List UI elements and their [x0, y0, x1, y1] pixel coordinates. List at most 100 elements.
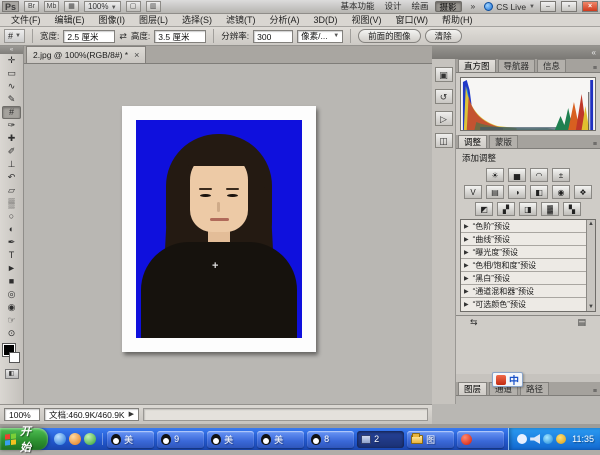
- disclosure-triangle-icon[interactable]: ▶: [464, 249, 469, 256]
- crop-tool[interactable]: #: [2, 106, 21, 119]
- expanded-view-icon[interactable]: ▤: [577, 317, 586, 328]
- panel-tab[interactable]: 路径: [520, 382, 549, 395]
- menu-item[interactable]: 选择(S): [175, 14, 219, 27]
- panel-tab[interactable]: 蒙版: [489, 135, 518, 148]
- quick-selection-tool[interactable]: ✎: [2, 93, 21, 106]
- 3d-camera-tool[interactable]: ◉: [2, 301, 21, 314]
- status-zoom-input[interactable]: 100%: [4, 408, 40, 421]
- panel-menu-icon[interactable]: ≡: [590, 141, 600, 148]
- qq-window-button[interactable]: 美: [257, 431, 304, 448]
- return-to-adjustment-list-icon[interactable]: ⇆: [470, 317, 478, 328]
- active-window-button[interactable]: 2: [357, 431, 404, 448]
- mini-bridge-icon[interactable]: ▣: [435, 67, 453, 82]
- preset-row[interactable]: ▶ “色阶”预设: [461, 220, 586, 233]
- preset-row[interactable]: ▶ “可选颜色”预设: [461, 298, 586, 311]
- menu-item[interactable]: 图像(I): [92, 14, 133, 27]
- invert-icon[interactable]: ◩: [475, 202, 493, 216]
- qq-window-button[interactable]: 9: [157, 431, 204, 448]
- document-tab[interactable]: 2.jpg @ 100%(RGB/8#) * ×: [26, 46, 146, 63]
- minimize-button[interactable]: –: [540, 1, 556, 12]
- zoom-level-dropdown[interactable]: 100% ▼: [84, 1, 121, 12]
- preset-scrollbar[interactable]: ▲ ▼: [586, 220, 595, 311]
- black-white-icon[interactable]: ◧: [530, 185, 548, 199]
- qq-window-button[interactable]: 8: [307, 431, 354, 448]
- canvas-area[interactable]: +: [24, 64, 432, 404]
- height-input[interactable]: 3.5 厘米: [154, 30, 206, 43]
- move-tool[interactable]: ✛: [2, 54, 21, 67]
- scroll-down-icon[interactable]: ▼: [588, 303, 594, 311]
- clear-button[interactable]: 清除: [425, 29, 462, 43]
- path-selection-tool[interactable]: ►: [2, 262, 21, 275]
- restore-button[interactable]: ▫: [561, 1, 577, 12]
- panel-tab[interactable]: 图层: [458, 382, 487, 395]
- selective-color-icon[interactable]: ▚: [563, 202, 581, 216]
- collapse-toolbar-icon[interactable]: «: [0, 46, 23, 54]
- swap-dimensions-icon[interactable]: ⇄: [119, 31, 127, 42]
- disclosure-triangle-icon[interactable]: ▶: [464, 301, 469, 308]
- marquee-tool[interactable]: ▭: [2, 67, 21, 80]
- qq-window-button[interactable]: 美: [107, 431, 154, 448]
- hue-saturation-icon[interactable]: ▤: [486, 185, 504, 199]
- lasso-tool[interactable]: ∿: [2, 80, 21, 93]
- ime-indicator[interactable]: 中: [492, 372, 523, 387]
- eyedropper-tool[interactable]: ✑: [2, 119, 21, 132]
- channel-mixer-icon[interactable]: ❖: [574, 185, 592, 199]
- hand-tool[interactable]: ☞: [2, 314, 21, 327]
- disclosure-triangle-icon[interactable]: ▶: [464, 275, 469, 282]
- type-tool[interactable]: T: [2, 249, 21, 262]
- exposure-icon[interactable]: ±: [552, 168, 570, 182]
- shape-tool[interactable]: ■: [2, 275, 21, 288]
- menu-item[interactable]: 文件(F): [4, 14, 48, 27]
- workspace-button[interactable]: 绘画: [408, 1, 433, 12]
- menu-item[interactable]: 帮助(H): [435, 14, 480, 27]
- cs-live-button[interactable]: CS Live ▼: [484, 2, 535, 12]
- zoom-tool[interactable]: ⊙: [2, 327, 21, 340]
- preset-row[interactable]: ▶ “曝光度”预设: [461, 246, 586, 259]
- panel-tab[interactable]: 信息: [537, 59, 566, 72]
- start-button[interactable]: 开始: [0, 428, 48, 450]
- blur-tool[interactable]: ○: [2, 210, 21, 223]
- eraser-tool[interactable]: ▱: [2, 184, 21, 197]
- 3d-rotate-tool[interactable]: ◎: [2, 288, 21, 301]
- workspace-overflow-icon[interactable]: »: [467, 1, 480, 12]
- menu-item[interactable]: 编辑(E): [48, 14, 92, 27]
- menu-item[interactable]: 图层(L): [132, 14, 175, 27]
- panel-menu-icon[interactable]: ≡: [590, 388, 600, 395]
- width-input[interactable]: 2.5 厘米: [63, 30, 115, 43]
- resolution-unit-select[interactable]: 像素/...▼: [297, 30, 343, 43]
- workspace-button[interactable]: 设计: [381, 1, 406, 12]
- color-balance-icon[interactable]: ◑: [508, 185, 526, 199]
- view-extras-icon[interactable]: ▦: [64, 1, 79, 12]
- menu-item[interactable]: 3D(D): [307, 14, 345, 27]
- curves-icon[interactable]: ◠: [530, 168, 548, 182]
- clone-stamp-tool[interactable]: ⊥: [2, 158, 21, 171]
- actions-panel-icon[interactable]: ▷: [435, 111, 453, 126]
- launch-bridge-icon[interactable]: Br: [24, 1, 39, 12]
- disclosure-triangle-icon[interactable]: ▶: [464, 288, 469, 295]
- panel-menu-icon[interactable]: ≡: [590, 65, 600, 72]
- brightness-contrast-icon[interactable]: ☀: [486, 168, 504, 182]
- photo-filter-icon[interactable]: ◉: [552, 185, 570, 199]
- preset-row[interactable]: ▶ “曲线”预设: [461, 233, 586, 246]
- crop-tool-preset[interactable]: #▼: [4, 29, 25, 43]
- panel-tab[interactable]: 调整: [458, 135, 487, 148]
- gradient-tool[interactable]: ▒: [2, 197, 21, 210]
- qq-launch-icon[interactable]: [84, 433, 96, 445]
- screen-mode-icon[interactable]: ▢: [126, 1, 141, 12]
- internet-explorer-icon[interactable]: [54, 433, 66, 445]
- resolution-input[interactable]: 300: [253, 30, 293, 43]
- close-tab-icon[interactable]: ×: [134, 51, 139, 60]
- pen-tool[interactable]: ✒: [2, 236, 21, 249]
- id-photo[interactable]: +: [136, 120, 302, 338]
- folder-window-button[interactable]: 图: [407, 431, 454, 448]
- menu-item[interactable]: 视图(V): [345, 14, 389, 27]
- vibrance-icon[interactable]: V: [464, 185, 482, 199]
- front-image-button[interactable]: 前面的图像: [358, 29, 421, 43]
- volume-icon[interactable]: [530, 434, 540, 444]
- menu-item[interactable]: 窗口(W): [389, 14, 436, 27]
- disclosure-triangle-icon[interactable]: ▶: [464, 223, 469, 230]
- disclosure-triangle-icon[interactable]: ▶: [464, 262, 469, 269]
- status-options-icon[interactable]: ▶: [129, 409, 134, 421]
- qq-window-button[interactable]: 美: [207, 431, 254, 448]
- history-brush-tool[interactable]: ↶: [2, 171, 21, 184]
